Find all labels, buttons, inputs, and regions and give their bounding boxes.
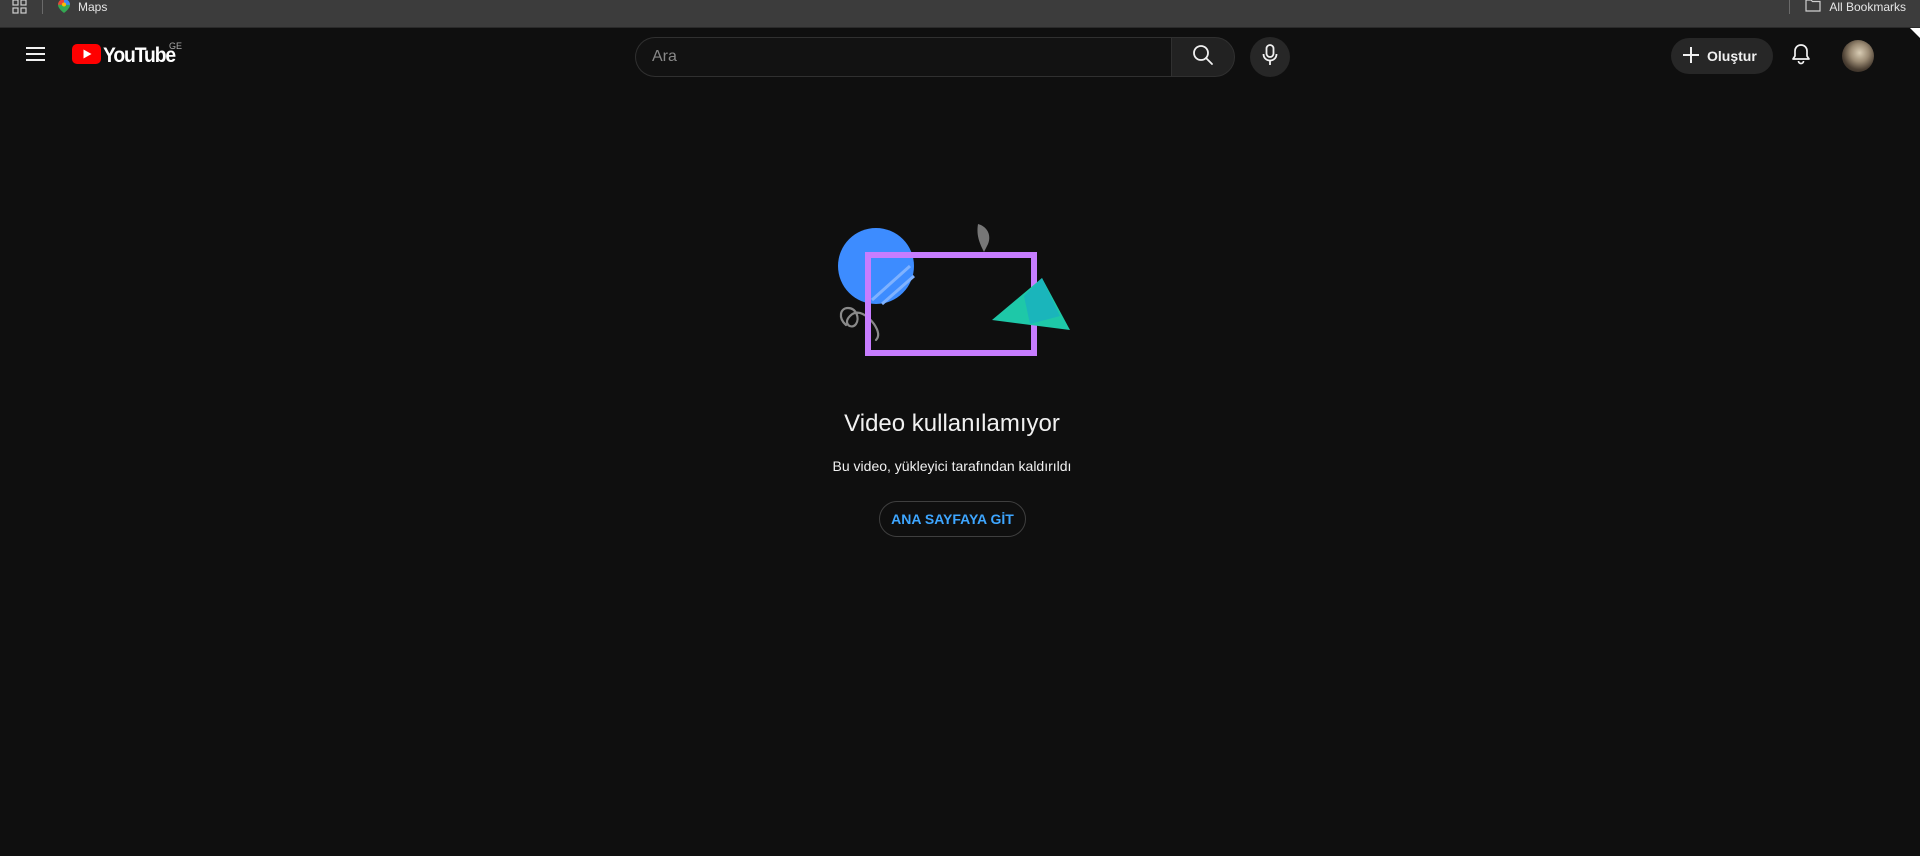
create-button[interactable]: Oluştur	[1671, 38, 1773, 74]
guide-menu-button[interactable]	[16, 36, 56, 76]
bookmark-maps-label: Maps	[78, 0, 108, 14]
account-avatar[interactable]	[1842, 40, 1874, 72]
search-input[interactable]	[635, 37, 1171, 77]
go-to-home-button[interactable]: ANA SAYFAYA GİT	[879, 501, 1026, 537]
scrollbar-arrow-icon	[1910, 28, 1920, 38]
search-icon	[1192, 44, 1214, 71]
country-code: GE	[169, 41, 183, 51]
search-box	[635, 37, 1235, 77]
error-title: Video kullanılamıyor	[844, 410, 1060, 437]
youtube-wordmark: YouTube	[103, 44, 176, 67]
youtube-play-icon	[72, 43, 101, 69]
bookmarks-separator	[42, 0, 43, 14]
plus-icon	[1681, 45, 1701, 68]
all-bookmarks-label: All Bookmarks	[1829, 0, 1906, 14]
hamburger-menu-icon	[26, 46, 46, 67]
voice-search-button[interactable]	[1250, 37, 1290, 77]
search-button[interactable]	[1171, 37, 1235, 77]
bookmarks-separator	[1789, 0, 1790, 14]
create-button-label: Oluştur	[1707, 48, 1757, 64]
error-message: Bu video, yükleyici tarafından kaldırıld…	[832, 458, 1072, 474]
maps-pin-icon	[58, 0, 70, 16]
bookmarks-bar: Maps All Bookmarks	[0, 0, 1920, 28]
all-bookmarks-button[interactable]: All Bookmarks	[1805, 0, 1906, 14]
masthead: YouTube GE Ara Oluştur	[0, 28, 1920, 84]
bell-icon	[1791, 43, 1811, 70]
microphone-icon	[1262, 43, 1278, 71]
folder-icon	[1805, 0, 1821, 15]
video-unavailable-illustration	[810, 220, 1074, 370]
bookmark-maps[interactable]: Maps	[58, 0, 107, 14]
apps-grid-icon[interactable]	[12, 0, 28, 16]
youtube-logo[interactable]: YouTube	[72, 43, 181, 69]
notifications-button[interactable]	[1781, 36, 1821, 76]
